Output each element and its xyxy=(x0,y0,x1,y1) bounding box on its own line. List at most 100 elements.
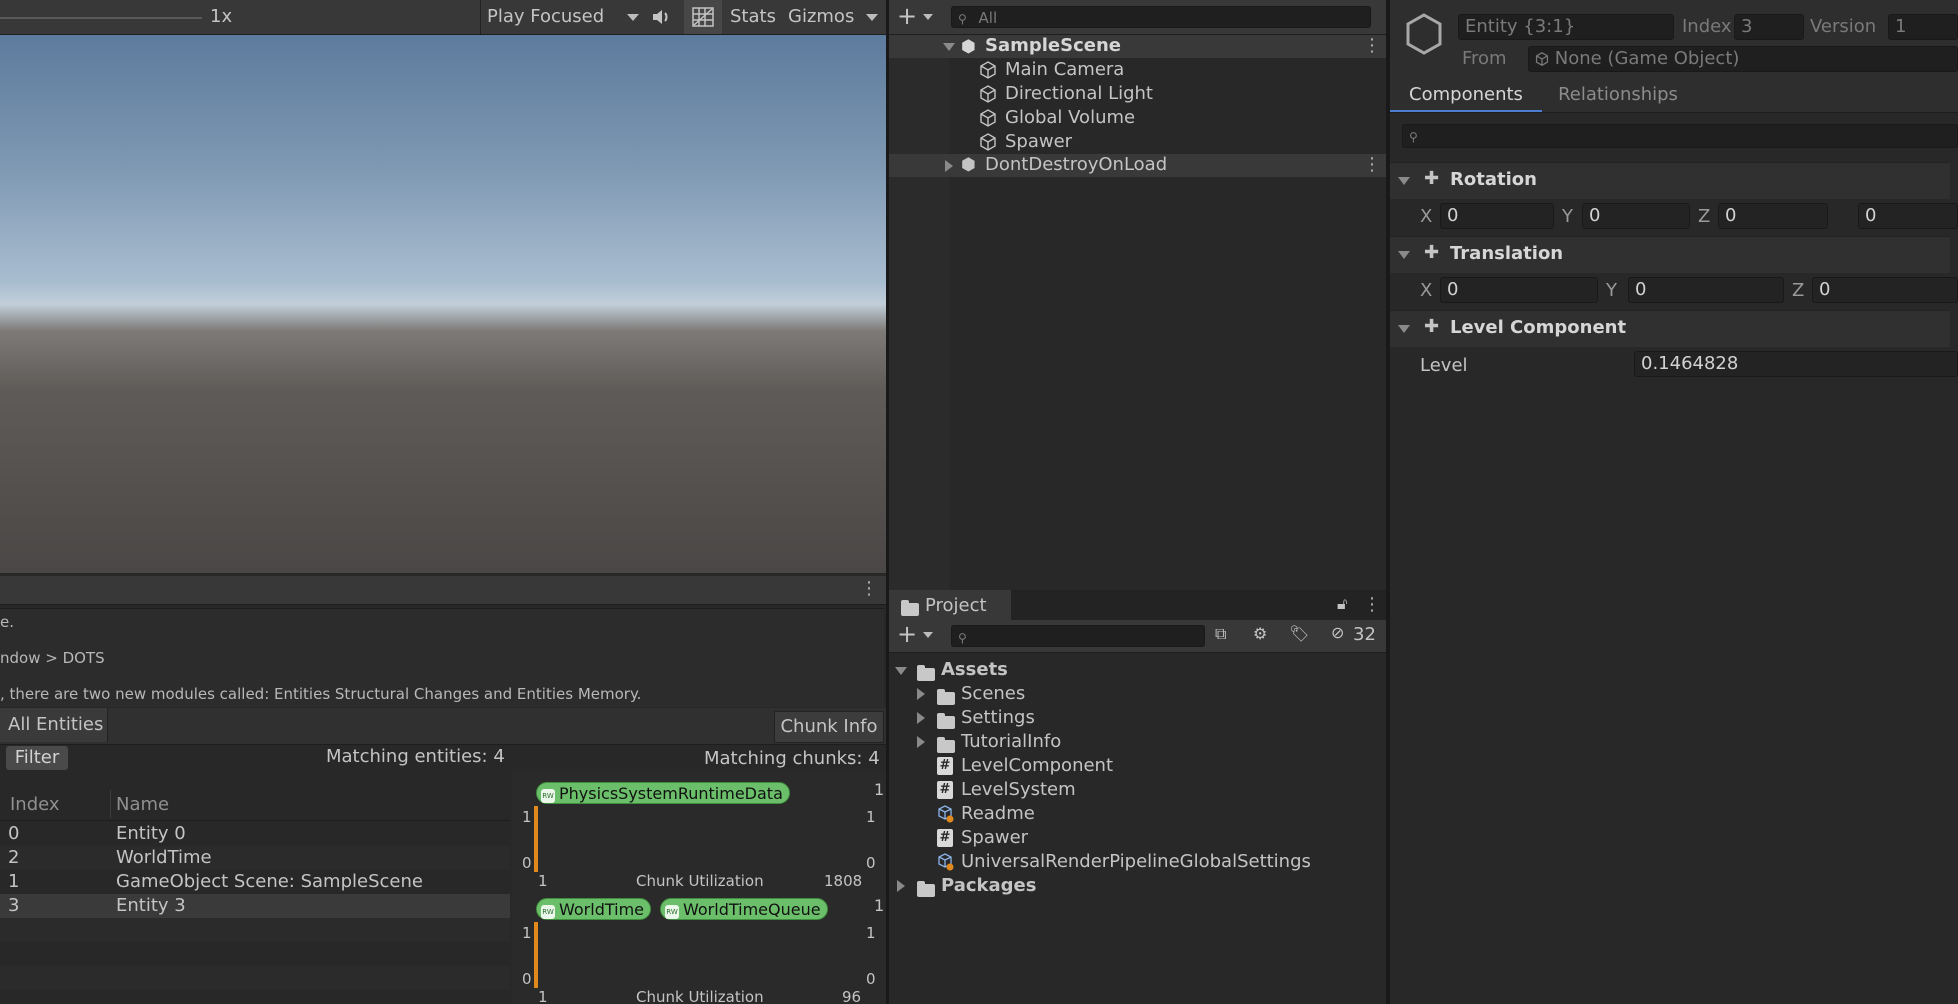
rw-badge: RW xyxy=(541,905,555,919)
chart-axis-bottom: 0 xyxy=(522,970,532,988)
project-menu-icon[interactable]: ⋮ xyxy=(1363,596,1381,614)
lock-icon[interactable]: 🔓︎ xyxy=(1337,594,1347,614)
scene-menu-icon[interactable]: ⋮ xyxy=(1363,156,1381,174)
table-row[interactable]: 1 GameObject Scene: SampleScene xyxy=(0,870,510,894)
table-row[interactable]: 2 WorldTime xyxy=(0,846,510,870)
component-search-input[interactable]: ⚲ xyxy=(1402,124,1958,148)
version-field[interactable]: 1 xyxy=(1888,14,1958,40)
row-name: GameObject Scene: SampleScene xyxy=(116,871,423,892)
play-mode-label: Play Focused xyxy=(487,6,605,27)
tree-item-folder[interactable]: TutorialInfo xyxy=(889,730,1386,754)
column-index-header[interactable]: Index xyxy=(10,794,60,815)
table-row-selected[interactable]: 3 Entity 3 xyxy=(0,894,510,918)
tree-item-file[interactable]: # Spawer xyxy=(889,826,1386,850)
translation-x-field[interactable]: 0 xyxy=(1440,277,1598,303)
tab-project[interactable]: Project xyxy=(889,590,1011,620)
tree-item-label: Scenes xyxy=(961,683,1026,704)
filter-by-label-icon[interactable]: 🏷︎ xyxy=(1289,624,1309,643)
rotation-w-field[interactable]: 0 xyxy=(1858,203,1958,229)
translation-z-field[interactable]: 0 xyxy=(1812,277,1958,303)
axis-x-label: X xyxy=(1420,206,1433,227)
play-mode-dropdown[interactable]: Play Focused xyxy=(480,0,641,34)
stats-button[interactable]: Stats xyxy=(730,6,776,27)
translation-y-field[interactable]: 0 xyxy=(1628,277,1784,303)
foldout-icon[interactable] xyxy=(1398,325,1410,333)
tree-item-folder[interactable]: Settings xyxy=(889,706,1386,730)
add-chevron-down-icon[interactable] xyxy=(923,632,933,638)
add-chevron-down-icon[interactable] xyxy=(923,14,933,20)
scene-row-dont-destroy[interactable]: ⬢ DontDestroyOnLoad ⋮ xyxy=(889,154,1386,177)
foldout-icon[interactable] xyxy=(1398,177,1410,185)
gizmos-button[interactable]: Gizmos xyxy=(788,6,854,27)
speaker-icon xyxy=(653,10,668,24)
tab-components[interactable]: Components xyxy=(1390,80,1542,112)
filter-by-type-icon[interactable]: ⚙ xyxy=(1253,624,1267,643)
tree-item-file[interactable]: # LevelComponent xyxy=(889,754,1386,778)
expand-toggle-icon[interactable] xyxy=(895,667,907,675)
expand-toggle-icon[interactable] xyxy=(943,43,955,51)
expand-toggle-icon[interactable] xyxy=(917,712,925,724)
rotation-header[interactable]: ✚ Rotation xyxy=(1390,162,1950,199)
hierarchy-item[interactable]: Global Volume xyxy=(889,106,1386,130)
mute-audio-button[interactable] xyxy=(650,4,676,30)
entities-tabbar: All Entities Chunk Info xyxy=(0,708,886,745)
tree-item-assets[interactable]: Assets xyxy=(889,658,1386,682)
scene-row[interactable]: ⬢ SampleScene ⋮ xyxy=(889,35,1386,58)
tree-item-packages[interactable]: Packages xyxy=(889,874,1386,898)
tree-item-file[interactable]: Readme xyxy=(889,802,1386,826)
component-tag[interactable]: RW PhysicsSystemRuntimeData xyxy=(536,782,790,804)
add-asset-button[interactable]: + xyxy=(897,620,917,648)
foldout-icon[interactable] xyxy=(1398,251,1410,259)
game-viewport[interactable] xyxy=(0,35,886,573)
project-tree: Assets Scenes Settings TutorialInfo # Le… xyxy=(889,654,1386,1004)
level-value-field[interactable]: 0.1464828 xyxy=(1634,351,1958,377)
tab-all-entities[interactable]: All Entities xyxy=(0,708,108,742)
add-object-button[interactable]: + xyxy=(897,2,917,30)
expand-toggle-icon[interactable] xyxy=(917,736,925,748)
tree-item-folder[interactable]: Scenes xyxy=(889,682,1386,706)
tree-item-file[interactable]: UniversalRenderPipelineGlobalSettings xyxy=(889,850,1386,874)
hidden-packages-icon[interactable]: ⊘ xyxy=(1331,623,1344,642)
chart-x-start: 1 xyxy=(538,988,548,1004)
chunk-utilization-label: Chunk Utilization xyxy=(636,988,764,1004)
gizmos-chevron-down-icon[interactable] xyxy=(866,14,878,21)
chunk-utilization-label: Chunk Utilization xyxy=(636,872,764,890)
translation-header[interactable]: ✚ Translation xyxy=(1390,236,1950,273)
tab-chunk-info[interactable]: Chunk Info xyxy=(774,711,884,743)
project-search-input[interactable]: ⚲ xyxy=(951,625,1205,647)
hierarchy-search-input[interactable]: ⚲ All xyxy=(951,6,1371,28)
expand-toggle-icon[interactable] xyxy=(945,160,953,172)
from-object-field[interactable]: None (Game Object) xyxy=(1528,46,1958,72)
level-component-header[interactable]: ✚ Level Component xyxy=(1390,310,1950,347)
tree-item-file[interactable]: # LevelSystem xyxy=(889,778,1386,802)
rotation-y-field[interactable]: 0 xyxy=(1582,203,1690,229)
gameobject-cube-icon xyxy=(980,85,996,103)
hierarchy-item[interactable]: Directional Light xyxy=(889,82,1386,106)
hierarchy-item[interactable]: Spawer xyxy=(889,130,1386,154)
component-tag[interactable]: RW WorldTimeQueue xyxy=(660,898,828,920)
rotation-z-field[interactable]: 0 xyxy=(1718,203,1828,229)
hierarchy-item[interactable]: Main Camera xyxy=(889,58,1386,82)
table-empty-row xyxy=(0,942,510,966)
filter-button[interactable]: Filter xyxy=(6,746,68,770)
scale-slider-track[interactable] xyxy=(0,17,202,19)
tab-relationships[interactable]: Relationships xyxy=(1542,80,1694,110)
entity-name-field[interactable]: Entity {3:1} xyxy=(1458,14,1674,40)
column-name-header[interactable]: Name xyxy=(116,794,169,815)
console-menu-icon[interactable]: ⋮ xyxy=(860,580,878,598)
scene-menu-icon[interactable]: ⋮ xyxy=(1363,37,1381,55)
chart-right-top: 1 xyxy=(866,924,876,942)
script-icon: # xyxy=(937,781,953,799)
component-name: WorldTimeQueue xyxy=(683,900,821,919)
component-tag[interactable]: RW WorldTime xyxy=(536,898,652,920)
index-field[interactable]: 3 xyxy=(1734,14,1804,40)
chunk-entity-count: 1 xyxy=(874,780,885,799)
hidden-packages-count: 32 xyxy=(1353,624,1376,645)
rotation-x-field[interactable]: 0 xyxy=(1440,203,1554,229)
search-by-type-icon[interactable]: ⧉ xyxy=(1215,624,1226,644)
toggle-grid-button[interactable] xyxy=(684,0,722,34)
expand-toggle-icon[interactable] xyxy=(917,688,925,700)
table-row[interactable]: 0 Entity 0 xyxy=(0,822,510,846)
hierarchy-toolbar: + ⚲ All xyxy=(889,0,1386,35)
expand-toggle-icon[interactable] xyxy=(897,880,905,892)
